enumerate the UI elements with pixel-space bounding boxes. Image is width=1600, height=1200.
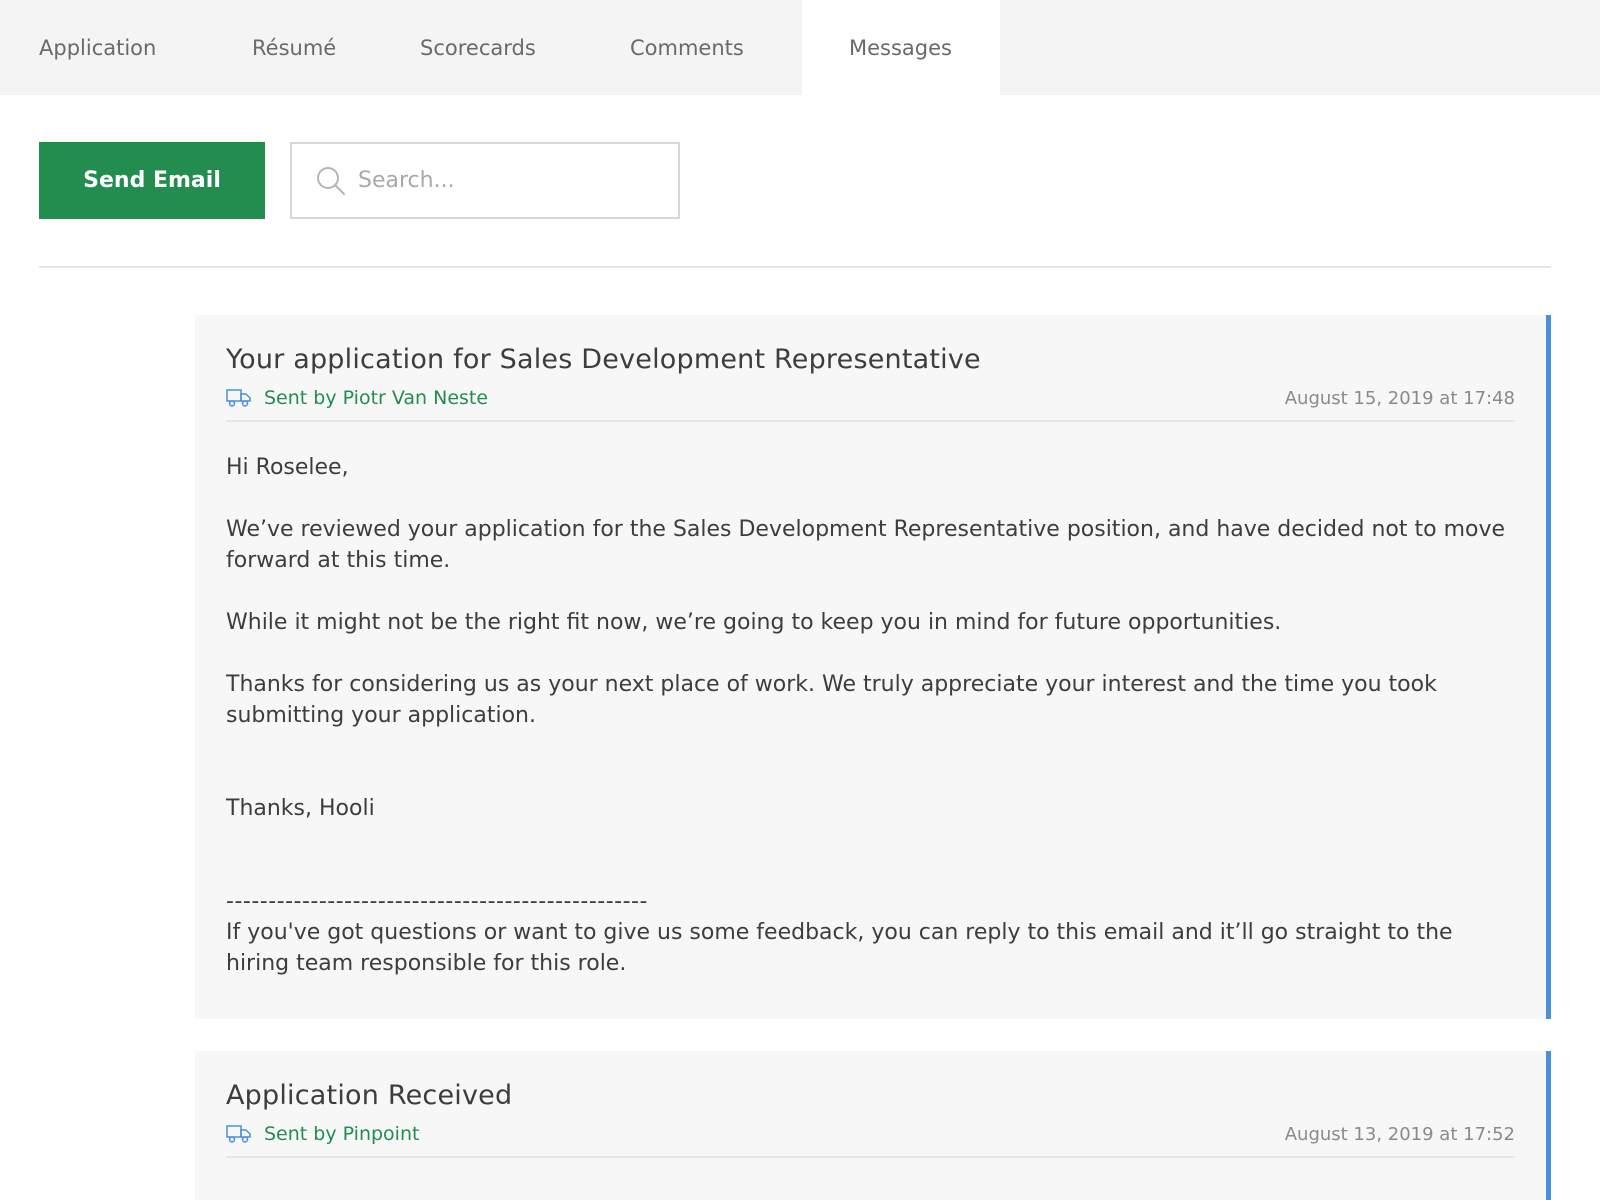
message-footer: If you've got questions or want to give … <box>226 920 1453 976</box>
message-body: Hi Roselee, We’ve reviewed your applicat… <box>226 422 1515 979</box>
message-title: Your application for Sales Development R… <box>226 344 981 375</box>
sender-label: Sent by Piotr Van Neste <box>264 387 489 409</box>
message-greeting: Hi Roselee, <box>226 455 349 480</box>
search-icon <box>314 164 348 198</box>
tab-scorecards[interactable]: Scorecards <box>387 0 595 95</box>
search-field[interactable] <box>290 142 680 219</box>
message-card[interactable]: Application Received Sent by Pinpoint Au… <box>195 1051 1551 1200</box>
message-separator: ----------------------------------------… <box>226 889 648 914</box>
message-paragraph: We’ve reviewed your application for the … <box>226 517 1506 573</box>
message-card[interactable]: Your application for Sales Development R… <box>195 315 1551 1019</box>
send-email-button[interactable]: Send Email <box>39 142 265 219</box>
message-paragraph: While it might not be the right fit now,… <box>226 610 1282 635</box>
message-signoff: Thanks, Hooli <box>226 796 375 821</box>
message-paragraph: Thanks for considering us as your next p… <box>226 672 1437 728</box>
message-title: Application Received <box>226 1080 513 1111</box>
message-meta: Sent by Piotr Van Neste August 15, 2019 … <box>226 382 1515 422</box>
message-timestamp: August 15, 2019 at 17:48 <box>1284 387 1515 409</box>
tab-messages[interactable]: Messages <box>802 0 1000 95</box>
message-meta: Sent by Pinpoint August 13, 2019 at 17:5… <box>226 1118 1515 1158</box>
search-input[interactable] <box>356 160 656 201</box>
tab-comments[interactable]: Comments <box>595 0 802 95</box>
tab-application[interactable]: Application <box>0 0 215 95</box>
truck-icon <box>226 1123 252 1145</box>
tab-bar: Application Résumé Scorecards Comments M… <box>0 0 1600 95</box>
divider <box>39 266 1551 268</box>
tab-resume[interactable]: Résumé <box>215 0 387 95</box>
truck-icon <box>226 387 252 409</box>
sender-label: Sent by Pinpoint <box>264 1123 420 1145</box>
message-timestamp: August 13, 2019 at 17:52 <box>1284 1123 1515 1145</box>
